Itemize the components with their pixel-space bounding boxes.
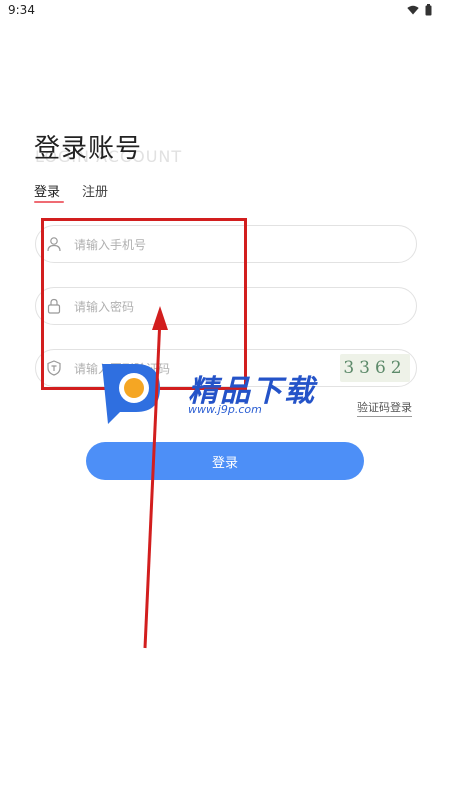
watermark-url: www.j9p.com (188, 403, 262, 416)
auth-tabs: 登录 注册 (34, 181, 108, 203)
page-header: LOGIN ACCOUNT 登录账号 (34, 128, 334, 170)
battery-icon (425, 4, 432, 16)
tab-register[interactable]: 注册 (82, 181, 108, 203)
tab-login[interactable]: 登录 (34, 181, 65, 203)
status-time: 9:34 (8, 3, 35, 17)
watermark-logo-icon (102, 364, 160, 424)
watermark: 精品下载 www.j9p.com (96, 356, 366, 436)
page-title: 登录账号 (34, 134, 143, 164)
login-button[interactable]: 登录 (86, 442, 364, 480)
status-bar: 9:34 (0, 0, 450, 22)
status-icons (407, 4, 432, 16)
wifi-icon (407, 5, 419, 15)
